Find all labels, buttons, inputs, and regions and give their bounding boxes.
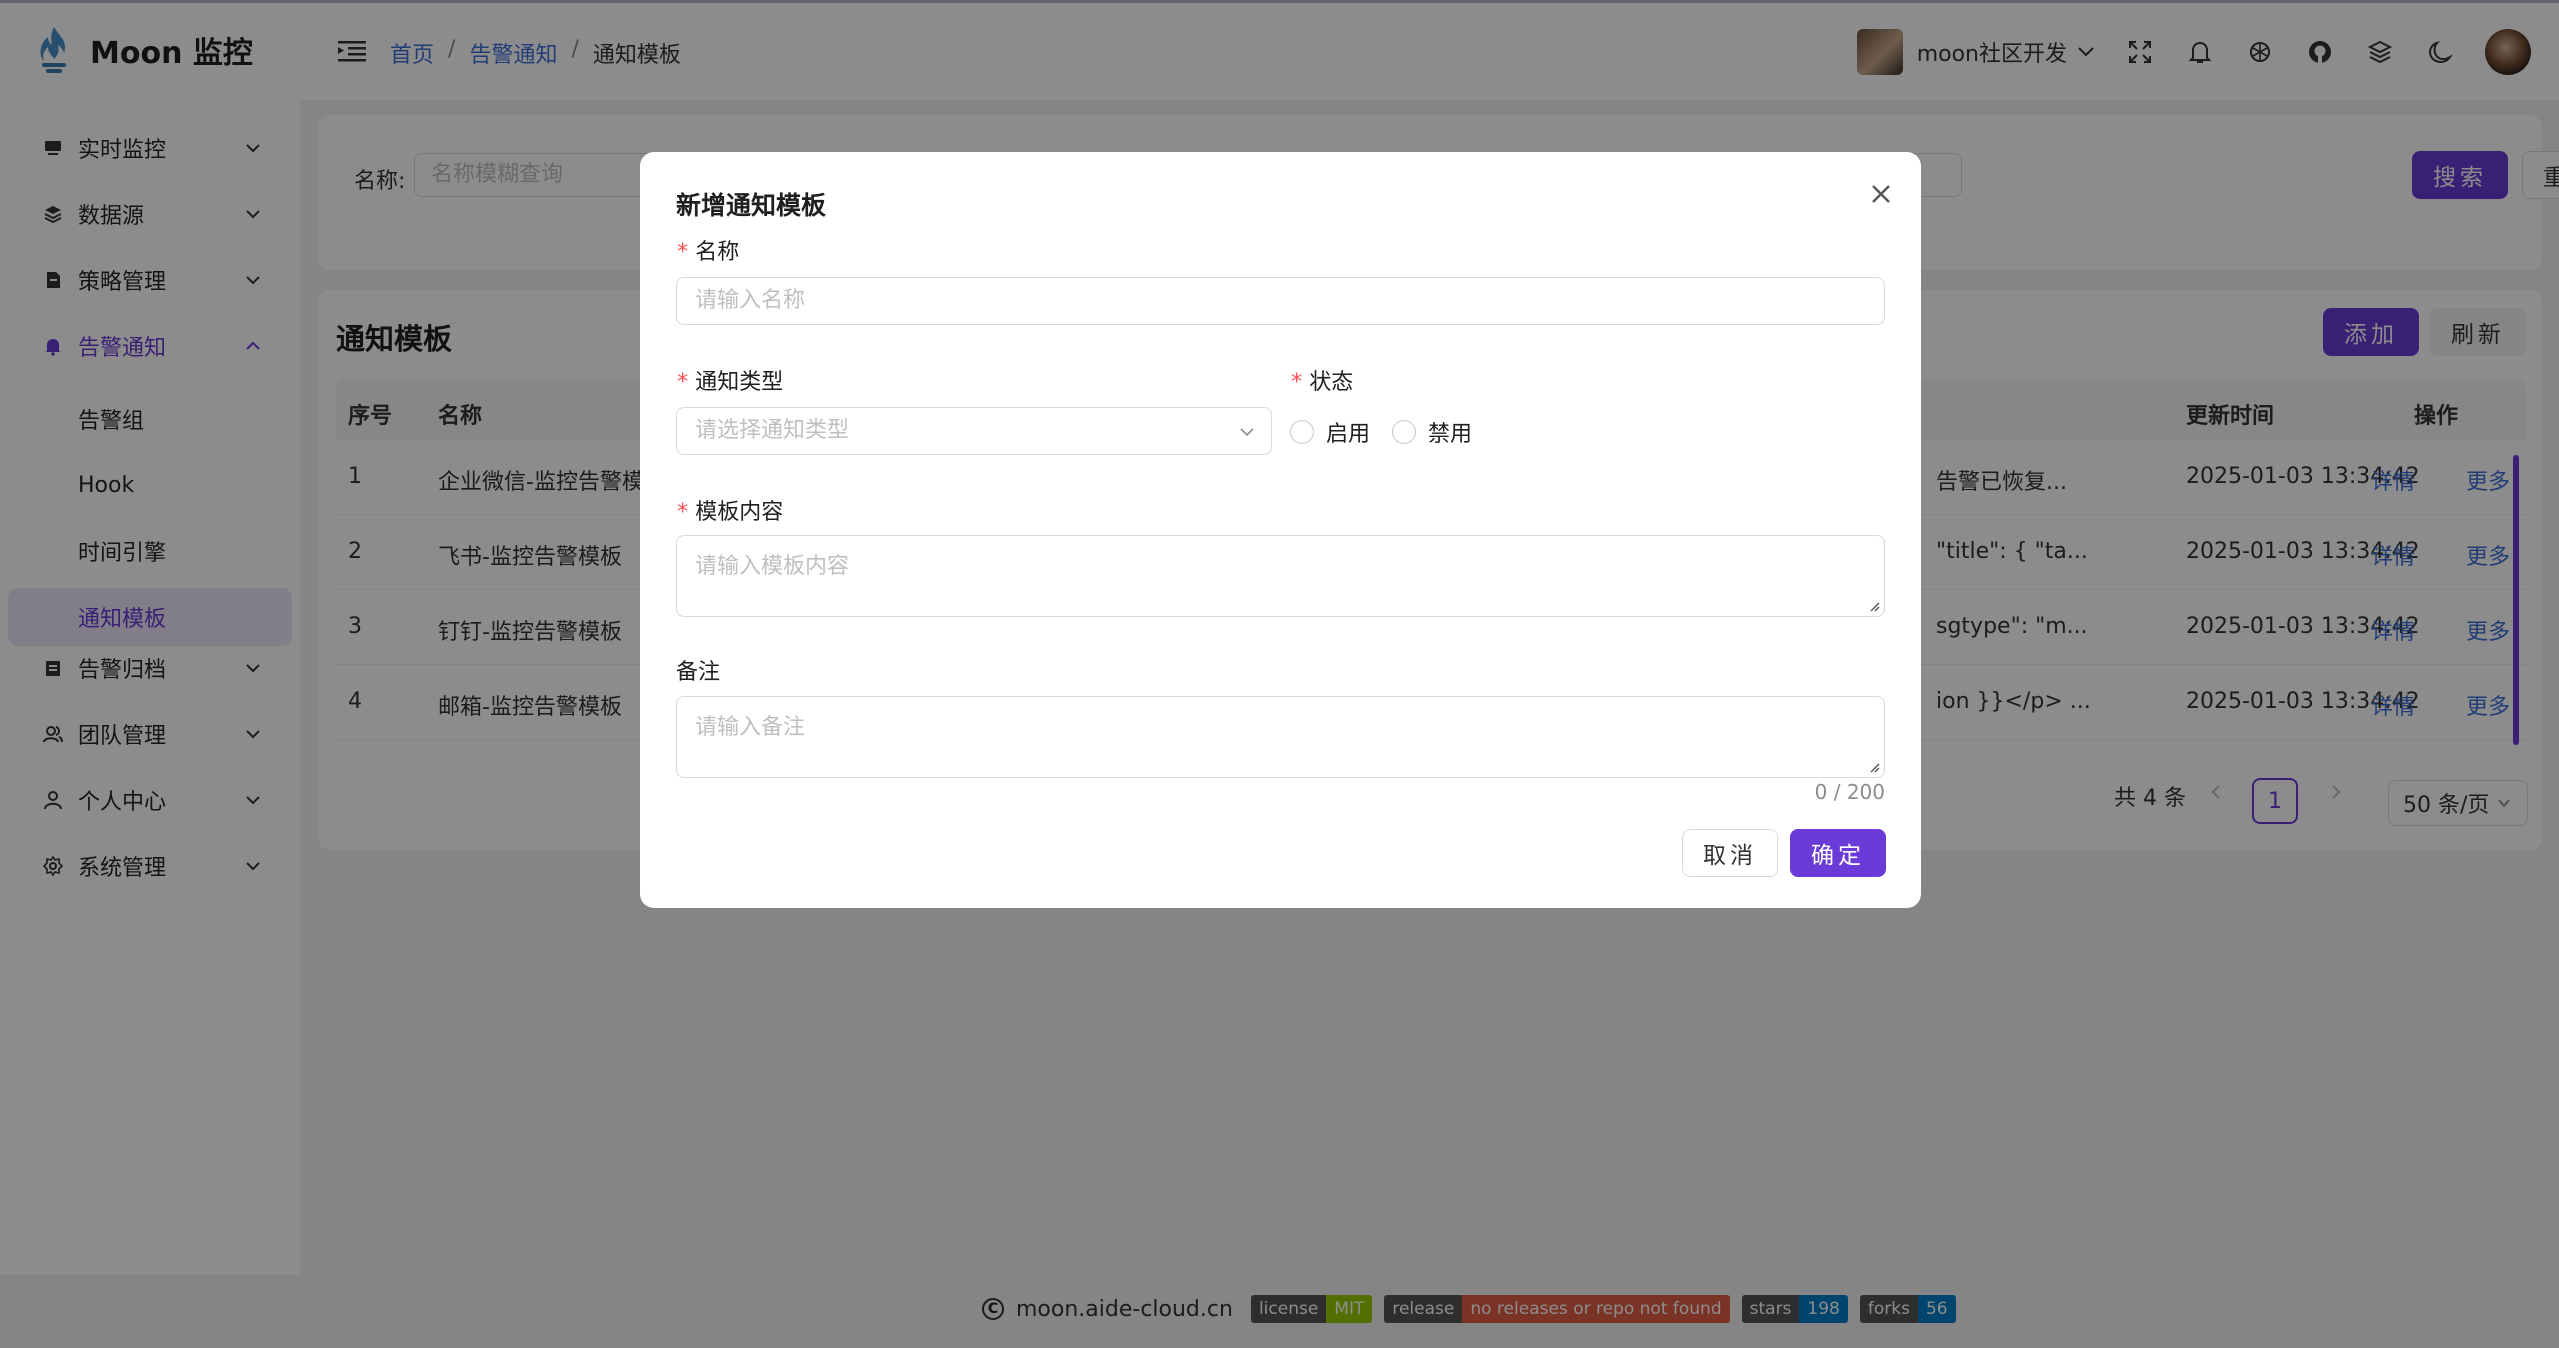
remark-field-label: 备注 [676, 660, 721, 685]
notify-type-select[interactable]: 请选择通知类型 [676, 407, 1272, 455]
name-field-label: * 名称 [676, 234, 739, 266]
radio-circle[interactable] [1290, 420, 1314, 444]
status-enable-radio[interactable]: 启用 [1290, 416, 1370, 448]
notify-type-placeholder: 请选择通知类型 [695, 418, 850, 443]
modal-title: 新增通知模板 [676, 191, 827, 220]
status-disable-radio[interactable]: 禁用 [1392, 416, 1472, 448]
radio-label: 启用 [1326, 422, 1371, 447]
ok-button[interactable]: 确定 [1790, 829, 1886, 877]
status-field-label: * 状态 [1290, 364, 1353, 396]
close-icon[interactable] [1867, 180, 1895, 208]
required-mark: * [1290, 370, 1304, 395]
status-label-text: 状态 [1309, 370, 1354, 395]
name-input[interactable]: 请输入名称 [676, 277, 1885, 325]
content-label-text: 模板内容 [695, 500, 784, 525]
radio-label: 禁用 [1428, 422, 1473, 447]
template-content-textarea[interactable]: 请输入模板内容 [676, 535, 1885, 617]
type-field-label: * 通知类型 [676, 364, 783, 396]
remark-placeholder: 请输入备注 [695, 715, 806, 740]
add-template-modal: 新增通知模板 * 名称 请输入名称 * 通知类型 请选择通知类型 * 状态 启用 禁用… [640, 152, 1921, 908]
resize-handle-icon[interactable] [1868, 600, 1880, 612]
remark-char-counter: 0 / 200 [1814, 780, 1885, 804]
content-placeholder: 请输入模板内容 [695, 554, 850, 579]
required-mark: * [676, 370, 690, 395]
content-field-label: * 模板内容 [676, 494, 783, 526]
required-mark: * [676, 240, 690, 265]
type-label-text: 通知类型 [695, 370, 784, 395]
radio-circle[interactable] [1392, 420, 1416, 444]
chevron-down-icon [1240, 428, 1254, 437]
cancel-button[interactable]: 取消 [1682, 829, 1778, 877]
resize-handle-icon[interactable] [1868, 761, 1880, 773]
required-mark: * [676, 500, 690, 525]
remark-textarea[interactable]: 请输入备注 [676, 696, 1885, 778]
name-label-text: 名称 [695, 240, 740, 265]
